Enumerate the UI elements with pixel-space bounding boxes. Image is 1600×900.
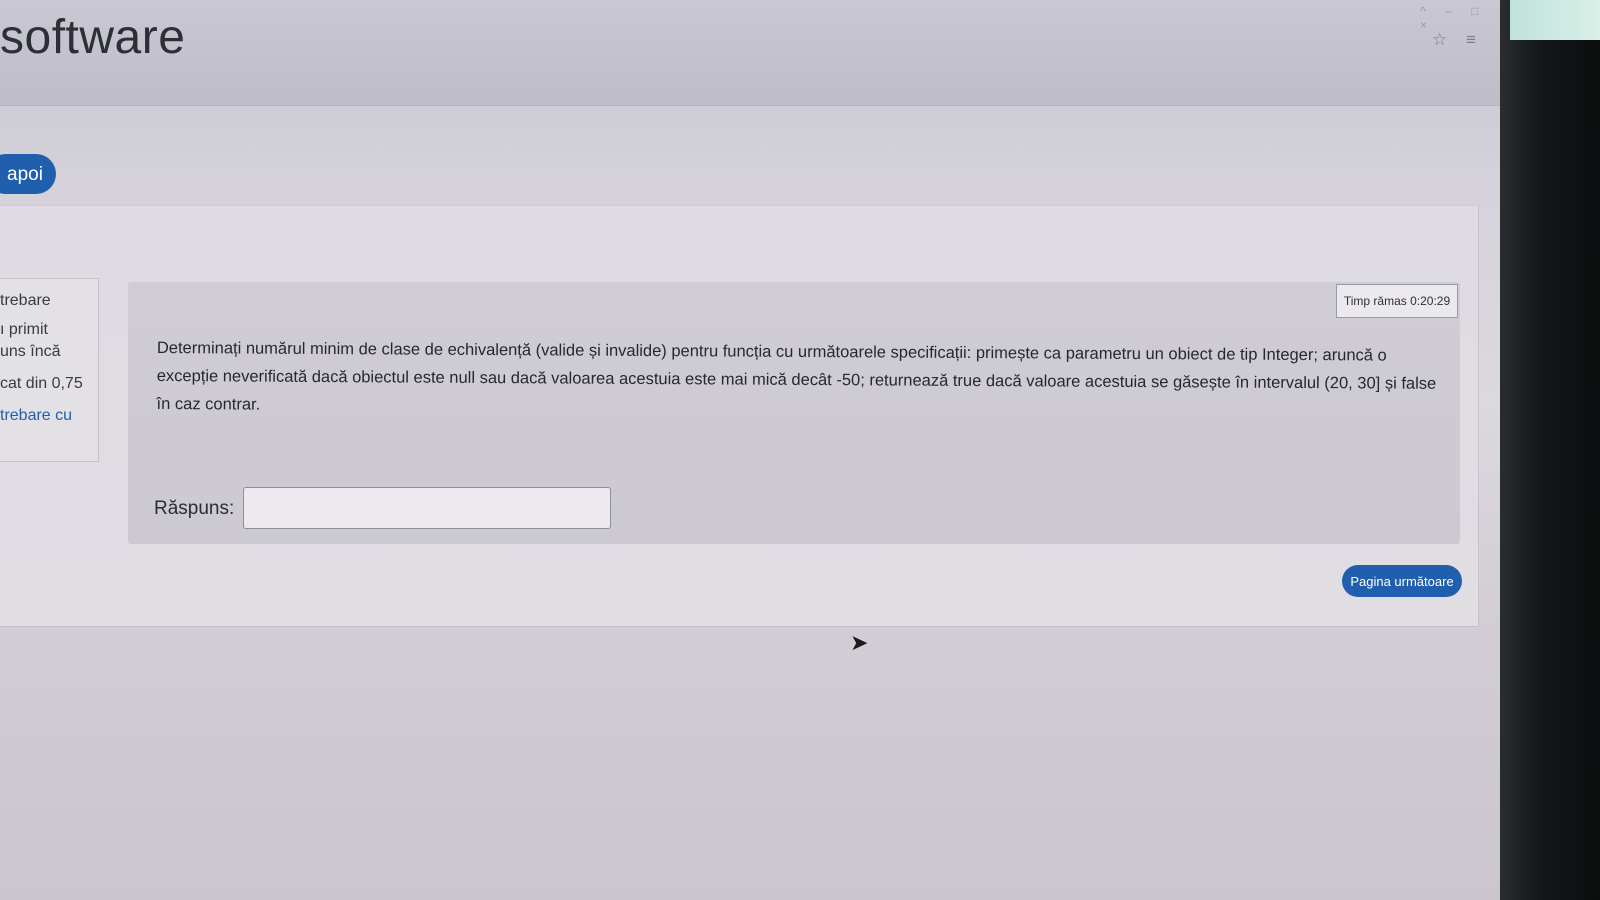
question-info-answered: uns încă <box>0 343 61 360</box>
question-info-status: trebare <box>0 292 51 309</box>
mouse-cursor-icon: ➤ <box>850 630 869 655</box>
flag-question-link[interactable]: trebare cu <box>0 407 72 425</box>
back-button[interactable]: apoi <box>0 154 56 194</box>
star-icon[interactable]: ☆ <box>1432 30 1447 49</box>
window-controls[interactable]: ^ – □ × <box>1420 4 1500 32</box>
page-header: software ^ – □ × ☆ ≡ <box>0 0 1500 106</box>
answer-input[interactable] <box>243 487 611 529</box>
answer-label: Răspuns: <box>154 498 235 519</box>
monitor-bezel <box>1500 0 1600 900</box>
site-title: software <box>0 11 186 64</box>
bezel-glare <box>1510 0 1600 40</box>
browser-screen: software ^ – □ × ☆ ≡ apoi trebare ı prim… <box>0 0 1500 900</box>
question-info-received: ı primit <box>0 321 48 338</box>
question-info-points: cat din 0,75 <box>0 375 83 392</box>
timer-badge: Timp rămas 0:20:29 <box>1336 284 1458 318</box>
menu-icon[interactable]: ≡ <box>1466 30 1476 49</box>
question-info-box: trebare ı primit uns încă cat din 0,75 t… <box>0 278 99 462</box>
question-text: Determinați numărul minim de clase de ec… <box>156 338 1437 414</box>
next-page-button[interactable]: Pagina următoare <box>1342 565 1462 597</box>
browser-toolbar: ☆ ≡ <box>1432 30 1490 50</box>
